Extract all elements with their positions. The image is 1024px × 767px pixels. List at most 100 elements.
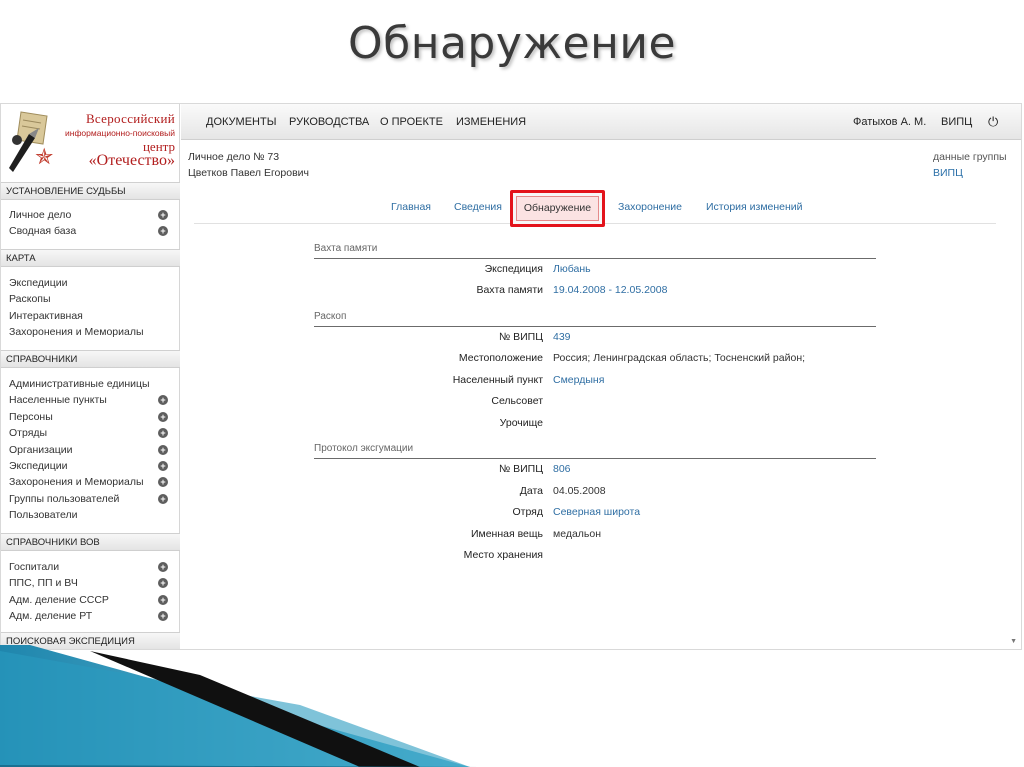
sidebar-item-expeditions[interactable]: Экспедиции: [1, 275, 180, 291]
sidebar-item-burials-ref[interactable]: Захоронения и Мемориалы +: [1, 474, 180, 490]
field-value: 04.05.2008: [553, 485, 606, 497]
sidebar-item-personal-file[interactable]: Личное дело +: [1, 207, 180, 223]
plus-circle-icon[interactable]: +: [158, 428, 168, 439]
power-icon[interactable]: ⏻: [988, 114, 998, 130]
field-label: Именная вещь: [470, 528, 543, 540]
field-row: Дата 04.05.2008: [314, 485, 876, 501]
plus-circle-icon[interactable]: +: [158, 395, 168, 406]
sidebar-item-squads[interactable]: Отряды +: [1, 425, 180, 441]
logo[interactable]: ✯ Всероссийский информационно-поисковый …: [1, 104, 180, 182]
sidebar-item-rt-division[interactable]: Адм. деление РТ +: [1, 608, 180, 624]
plus-circle-icon[interactable]: +: [158, 210, 168, 220]
tab-burial[interactable]: Захоронение: [618, 201, 682, 213]
sidebar-item-expeditions-ref[interactable]: Экспедиции +: [1, 458, 180, 474]
tab-discovery-label: Обнаружение: [523, 202, 592, 214]
sidebar-item-label: Административные единицы: [9, 378, 150, 390]
sidebar-item-settlements[interactable]: Населенные пункты +: [1, 392, 180, 408]
section-header-fate[interactable]: УСТАНОВЛЕНИЕ СУДЬБЫ: [1, 182, 180, 200]
field-row: № ВИПЦ 439: [314, 331, 876, 347]
sidebar-item-persons[interactable]: Персоны +: [1, 409, 180, 425]
sidebar-item-label: ППС, ПП и ВЧ: [9, 577, 78, 590]
sidebar-item-hospitals[interactable]: Госпитали +: [1, 559, 180, 575]
tab-main[interactable]: Главная: [391, 201, 431, 213]
field-row: Сельсовет: [314, 395, 876, 411]
sidebar-item-label: Сводная база: [9, 225, 77, 238]
plus-circle-icon[interactable]: +: [158, 411, 168, 422]
plus-circle-icon[interactable]: +: [158, 460, 168, 471]
field-label: Экспедиция: [484, 263, 543, 275]
sidebar-item-organizations[interactable]: Организации +: [1, 442, 180, 458]
section-header-ww2[interactable]: СПРАВОЧНИКИ ВОВ: [1, 533, 180, 551]
section-list-ww2: Госпитали + ППС, ПП и ВЧ + Адм. деление СС…: [1, 559, 180, 625]
tab-discovery-active[interactable]: Обнаружение: [510, 190, 605, 227]
section-list-fate: Личное дело + Сводная база +: [1, 207, 180, 240]
sidebar-item-summary-base[interactable]: Сводная база +: [1, 223, 180, 239]
nav-about[interactable]: О ПРОЕКТЕ: [380, 116, 443, 128]
field-value-link[interactable]: 439: [553, 331, 571, 343]
group-header-memory-watch: Вахта памяти: [314, 243, 876, 259]
field-label: Населенный пункт: [452, 374, 543, 386]
sidebar-item-interactive[interactable]: Интерактивная: [1, 308, 180, 324]
org-name[interactable]: ВИПЦ: [941, 116, 972, 128]
plus-circle-icon[interactable]: +: [158, 578, 168, 589]
field-label: Сельсовет: [491, 395, 543, 407]
sidebar-item-label: Адм. деление СССР: [9, 593, 109, 606]
section-header-map[interactable]: КАРТА: [1, 249, 180, 267]
field-value-link[interactable]: Смердыня: [553, 374, 604, 386]
card-title: Личное дело № 73: [188, 151, 280, 163]
plus-circle-icon[interactable]: +: [158, 226, 168, 237]
sidebar-item-label: Экспедиции: [9, 459, 68, 472]
plus-circle-icon[interactable]: +: [158, 594, 168, 605]
logo-line1: Всероссийский: [85, 111, 175, 126]
field-label: № ВИПЦ: [498, 331, 543, 343]
card-person-name: Цветков Павел Егорович: [188, 167, 309, 179]
sidebar-item-label: Захоронения и Мемориалы: [9, 476, 144, 489]
group-header-excavation: Раскоп: [314, 311, 876, 327]
tab-history[interactable]: История изменений: [706, 201, 803, 213]
field-label: Отряд: [512, 506, 543, 518]
sidebar-item-admin-units[interactable]: Административные единицы: [1, 376, 180, 392]
plus-circle-icon[interactable]: +: [158, 611, 168, 622]
sidebar-item-ussr-division[interactable]: Адм. деление СССР +: [1, 592, 180, 608]
field-row: Вахта памяти 19.04.2008 - 12.05.2008: [314, 284, 876, 300]
field-value-link[interactable]: 806: [553, 463, 571, 475]
field-value-link[interactable]: Северная широта: [553, 506, 640, 518]
slide-decoration: [0, 645, 480, 767]
field-value: медальон: [553, 528, 602, 540]
field-value-link[interactable]: Любань: [553, 263, 591, 275]
star-icon: ✯: [35, 144, 54, 169]
sidebar-item-label: Организации: [9, 443, 73, 456]
plus-circle-icon[interactable]: +: [158, 477, 168, 488]
tab-info[interactable]: Сведения: [454, 201, 502, 213]
section-header-references[interactable]: СПРАВОЧНИКИ: [1, 350, 180, 368]
sidebar-item-label: Персоны: [9, 410, 53, 423]
sidebar-item-label: Группы пользователей: [9, 492, 120, 505]
field-row: Населенный пункт Смердыня: [314, 374, 876, 390]
slide-title: Обнаружение: [347, 18, 677, 69]
group-value-link[interactable]: ВИПЦ: [933, 167, 963, 179]
group-label: данные группы: [933, 151, 1007, 163]
plus-circle-icon[interactable]: +: [158, 493, 168, 504]
user-name[interactable]: Фатыхов А. М.: [853, 116, 926, 128]
field-row: Урочище: [314, 417, 876, 433]
sidebar-item-user-groups[interactable]: Группы пользователей +: [1, 491, 180, 507]
nav-documents[interactable]: ДОКУМЕНТЫ: [206, 116, 276, 128]
field-label: Дата: [519, 485, 543, 497]
field-row: Местоположение Россия; Ленинградская обл…: [314, 352, 876, 368]
sidebar-item-users[interactable]: Пользователи: [1, 507, 180, 523]
plus-circle-icon[interactable]: +: [158, 562, 168, 572]
field-row: Отряд Северная широта: [314, 506, 876, 522]
group-header-exhumation: Протокол эксгумации: [314, 443, 876, 459]
scroll-down-arrow-icon[interactable]: ▼: [1010, 638, 1017, 645]
sidebar-item-burials[interactable]: Захоронения и Мемориалы: [1, 324, 180, 340]
sidebar-item-label: Личное дело: [9, 209, 72, 221]
sidebar-item-military-units[interactable]: ППС, ПП и ВЧ +: [1, 575, 180, 591]
plus-circle-icon[interactable]: +: [158, 444, 168, 455]
field-row: № ВИПЦ 806: [314, 463, 876, 479]
field-label: Место хранения: [463, 549, 543, 561]
field-value-link[interactable]: 19.04.2008 - 12.05.2008: [553, 284, 667, 296]
nav-guides[interactable]: РУКОВОДСТВА: [289, 116, 369, 128]
sidebar-item-excavations[interactable]: Раскопы: [1, 291, 180, 307]
sidebar-item-label: Населенные пункты: [9, 394, 107, 407]
nav-changes[interactable]: ИЗМЕНЕНИЯ: [456, 116, 526, 128]
